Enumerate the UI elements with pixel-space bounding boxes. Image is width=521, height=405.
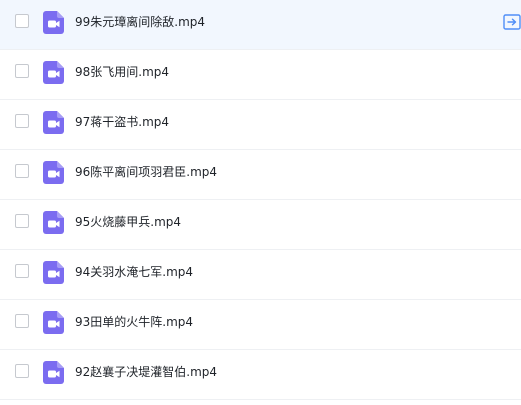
file-name[interactable]: 99朱元璋离间除敌.mp4 bbox=[75, 0, 205, 44]
row-checkbox[interactable] bbox=[15, 364, 29, 378]
video-file-icon bbox=[43, 111, 64, 134]
file-name[interactable]: 95火烧藤甲兵.mp4 bbox=[75, 200, 181, 244]
video-file-icon bbox=[43, 161, 64, 184]
row-checkbox[interactable] bbox=[15, 14, 29, 28]
file-name[interactable]: 97蒋干盗书.mp4 bbox=[75, 100, 169, 144]
video-file-icon bbox=[43, 11, 64, 34]
row-checkbox[interactable] bbox=[15, 314, 29, 328]
file-row[interactable]: 98张飞用间.mp4 bbox=[0, 50, 521, 100]
row-checkbox[interactable] bbox=[15, 264, 29, 278]
file-name[interactable]: 92赵襄子决堤灌智伯.mp4 bbox=[75, 350, 217, 394]
file-name[interactable]: 98张飞用间.mp4 bbox=[75, 50, 169, 94]
file-name[interactable]: 96陈平离间项羽君臣.mp4 bbox=[75, 150, 217, 194]
row-checkbox[interactable] bbox=[15, 64, 29, 78]
row-checkbox[interactable] bbox=[15, 214, 29, 228]
video-file-icon bbox=[43, 261, 64, 284]
file-row[interactable]: 95火烧藤甲兵.mp4 bbox=[0, 200, 521, 250]
row-checkbox[interactable] bbox=[15, 114, 29, 128]
file-row[interactable]: 97蒋干盗书.mp4 bbox=[0, 100, 521, 150]
video-file-icon bbox=[43, 311, 64, 334]
video-file-icon bbox=[43, 211, 64, 234]
move-to-icon[interactable] bbox=[503, 14, 521, 30]
file-row[interactable]: 99朱元璋离间除敌.mp4 bbox=[0, 0, 521, 50]
file-row[interactable]: 94关羽水淹七军.mp4 bbox=[0, 250, 521, 300]
file-row[interactable]: 92赵襄子决堤灌智伯.mp4 bbox=[0, 350, 521, 400]
row-checkbox[interactable] bbox=[15, 164, 29, 178]
file-name[interactable]: 93田单的火牛阵.mp4 bbox=[75, 300, 193, 344]
video-file-icon bbox=[43, 361, 64, 384]
file-row[interactable]: 93田单的火牛阵.mp4 bbox=[0, 300, 521, 350]
video-file-icon bbox=[43, 61, 64, 84]
file-row[interactable]: 96陈平离间项羽君臣.mp4 bbox=[0, 150, 521, 200]
file-name[interactable]: 94关羽水淹七军.mp4 bbox=[75, 250, 193, 294]
file-list: 99朱元璋离间除敌.mp4 98张飞用间.mp4 97蒋干盗书.mp4 96陈平… bbox=[0, 0, 521, 405]
